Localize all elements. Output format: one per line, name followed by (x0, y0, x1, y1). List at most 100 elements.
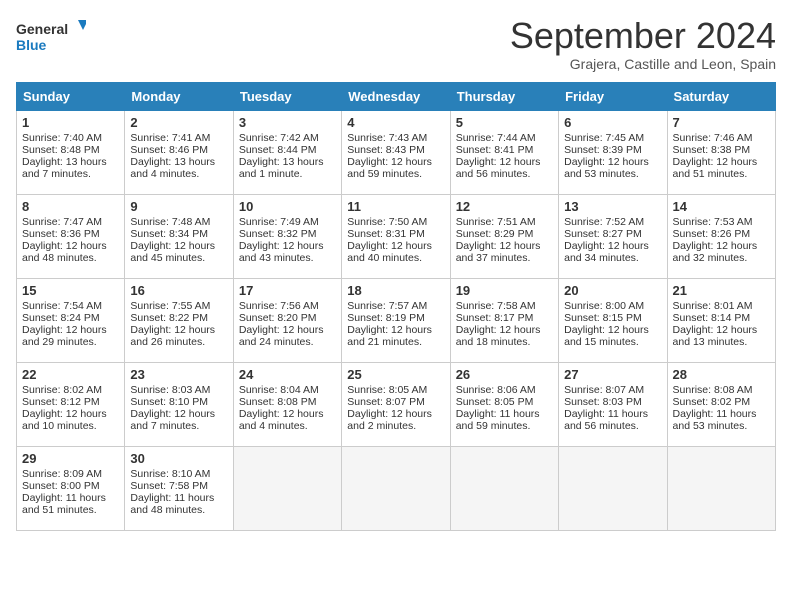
sunset-label: Sunset: 8:32 PM (239, 228, 317, 240)
calendar-day-cell (667, 446, 775, 530)
daylight-label: Daylight: 12 hours and 13 minutes. (673, 324, 758, 348)
calendar-day-cell: 5 Sunrise: 7:44 AM Sunset: 8:41 PM Dayli… (450, 110, 558, 194)
daylight-label: Daylight: 12 hours and 24 minutes. (239, 324, 324, 348)
daylight-label: Daylight: 12 hours and 45 minutes. (130, 240, 215, 264)
calendar-table: Sunday Monday Tuesday Wednesday Thursday… (16, 82, 776, 531)
sunset-label: Sunset: 7:58 PM (130, 480, 208, 492)
calendar-day-cell: 1 Sunrise: 7:40 AM Sunset: 8:48 PM Dayli… (17, 110, 125, 194)
sunset-label: Sunset: 8:07 PM (347, 396, 425, 408)
day-number: 19 (456, 283, 553, 298)
sunset-label: Sunset: 8:20 PM (239, 312, 317, 324)
sunrise-label: Sunrise: 8:05 AM (347, 384, 427, 396)
day-number: 22 (22, 367, 119, 382)
day-number: 23 (130, 367, 227, 382)
header-friday: Friday (559, 82, 667, 110)
sunset-label: Sunset: 8:46 PM (130, 144, 208, 156)
sunrise-label: Sunrise: 8:03 AM (130, 384, 210, 396)
sunset-label: Sunset: 8:29 PM (456, 228, 534, 240)
daylight-label: Daylight: 11 hours and 59 minutes. (456, 408, 540, 432)
header-monday: Monday (125, 82, 233, 110)
calendar-day-cell: 27 Sunrise: 8:07 AM Sunset: 8:03 PM Dayl… (559, 362, 667, 446)
day-number: 14 (673, 199, 770, 214)
sunrise-label: Sunrise: 7:47 AM (22, 216, 102, 228)
calendar-day-cell: 10 Sunrise: 7:49 AM Sunset: 8:32 PM Dayl… (233, 194, 341, 278)
day-number: 21 (673, 283, 770, 298)
calendar-day-cell: 8 Sunrise: 7:47 AM Sunset: 8:36 PM Dayli… (17, 194, 125, 278)
sunrise-label: Sunrise: 8:09 AM (22, 468, 102, 480)
daylight-label: Daylight: 11 hours and 51 minutes. (22, 492, 106, 516)
calendar-header-row: Sunday Monday Tuesday Wednesday Thursday… (17, 82, 776, 110)
calendar-day-cell: 20 Sunrise: 8:00 AM Sunset: 8:15 PM Dayl… (559, 278, 667, 362)
sunrise-label: Sunrise: 7:40 AM (22, 132, 102, 144)
calendar-day-cell: 28 Sunrise: 8:08 AM Sunset: 8:02 PM Dayl… (667, 362, 775, 446)
month-title: September 2024 (510, 16, 776, 56)
sunset-label: Sunset: 8:14 PM (673, 312, 751, 324)
daylight-label: Daylight: 12 hours and 43 minutes. (239, 240, 324, 264)
calendar-day-cell: 21 Sunrise: 8:01 AM Sunset: 8:14 PM Dayl… (667, 278, 775, 362)
day-number: 25 (347, 367, 444, 382)
sunrise-label: Sunrise: 7:43 AM (347, 132, 427, 144)
daylight-label: Daylight: 11 hours and 48 minutes. (130, 492, 214, 516)
sunset-label: Sunset: 8:26 PM (673, 228, 751, 240)
sunrise-label: Sunrise: 7:44 AM (456, 132, 536, 144)
day-number: 27 (564, 367, 661, 382)
sunset-label: Sunset: 8:19 PM (347, 312, 425, 324)
sunset-label: Sunset: 8:10 PM (130, 396, 208, 408)
calendar-day-cell: 4 Sunrise: 7:43 AM Sunset: 8:43 PM Dayli… (342, 110, 450, 194)
daylight-label: Daylight: 12 hours and 18 minutes. (456, 324, 541, 348)
sunset-label: Sunset: 8:39 PM (564, 144, 642, 156)
calendar-week-row: 8 Sunrise: 7:47 AM Sunset: 8:36 PM Dayli… (17, 194, 776, 278)
daylight-label: Daylight: 12 hours and 15 minutes. (564, 324, 649, 348)
sunrise-label: Sunrise: 7:54 AM (22, 300, 102, 312)
daylight-label: Daylight: 12 hours and 21 minutes. (347, 324, 432, 348)
sunrise-label: Sunrise: 7:57 AM (347, 300, 427, 312)
sunset-label: Sunset: 8:31 PM (347, 228, 425, 240)
daylight-label: Daylight: 12 hours and 7 minutes. (130, 408, 215, 432)
sunrise-label: Sunrise: 7:46 AM (673, 132, 753, 144)
calendar-day-cell: 26 Sunrise: 8:06 AM Sunset: 8:05 PM Dayl… (450, 362, 558, 446)
sunset-label: Sunset: 8:12 PM (22, 396, 100, 408)
sunset-label: Sunset: 8:27 PM (564, 228, 642, 240)
sunrise-label: Sunrise: 7:51 AM (456, 216, 536, 228)
day-number: 28 (673, 367, 770, 382)
daylight-label: Daylight: 12 hours and 29 minutes. (22, 324, 107, 348)
calendar-day-cell: 24 Sunrise: 8:04 AM Sunset: 8:08 PM Dayl… (233, 362, 341, 446)
sunrise-label: Sunrise: 8:04 AM (239, 384, 319, 396)
sunrise-label: Sunrise: 7:53 AM (673, 216, 753, 228)
calendar-day-cell: 19 Sunrise: 7:58 AM Sunset: 8:17 PM Dayl… (450, 278, 558, 362)
daylight-label: Daylight: 12 hours and 53 minutes. (564, 156, 649, 180)
day-number: 15 (22, 283, 119, 298)
day-number: 18 (347, 283, 444, 298)
location-subtitle: Grajera, Castille and Leon, Spain (510, 56, 776, 72)
sunset-label: Sunset: 8:00 PM (22, 480, 100, 492)
day-number: 3 (239, 115, 336, 130)
sunrise-label: Sunrise: 8:02 AM (22, 384, 102, 396)
svg-text:General: General (16, 21, 68, 37)
daylight-label: Daylight: 12 hours and 2 minutes. (347, 408, 432, 432)
daylight-label: Daylight: 12 hours and 32 minutes. (673, 240, 758, 264)
sunrise-label: Sunrise: 7:49 AM (239, 216, 319, 228)
header-tuesday: Tuesday (233, 82, 341, 110)
header-saturday: Saturday (667, 82, 775, 110)
sunset-label: Sunset: 8:34 PM (130, 228, 208, 240)
calendar-day-cell: 11 Sunrise: 7:50 AM Sunset: 8:31 PM Dayl… (342, 194, 450, 278)
sunset-label: Sunset: 8:05 PM (456, 396, 534, 408)
calendar-day-cell: 7 Sunrise: 7:46 AM Sunset: 8:38 PM Dayli… (667, 110, 775, 194)
sunrise-label: Sunrise: 7:55 AM (130, 300, 210, 312)
daylight-label: Daylight: 13 hours and 1 minute. (239, 156, 324, 180)
sunrise-label: Sunrise: 7:58 AM (456, 300, 536, 312)
sunset-label: Sunset: 8:17 PM (456, 312, 534, 324)
sunset-label: Sunset: 8:03 PM (564, 396, 642, 408)
daylight-label: Daylight: 12 hours and 34 minutes. (564, 240, 649, 264)
calendar-day-cell: 13 Sunrise: 7:52 AM Sunset: 8:27 PM Dayl… (559, 194, 667, 278)
calendar-week-row: 22 Sunrise: 8:02 AM Sunset: 8:12 PM Dayl… (17, 362, 776, 446)
calendar-week-row: 29 Sunrise: 8:09 AM Sunset: 8:00 PM Dayl… (17, 446, 776, 530)
sunset-label: Sunset: 8:02 PM (673, 396, 751, 408)
sunrise-label: Sunrise: 7:48 AM (130, 216, 210, 228)
day-number: 11 (347, 199, 444, 214)
svg-text:Blue: Blue (16, 37, 47, 53)
sunrise-label: Sunrise: 7:52 AM (564, 216, 644, 228)
sunrise-label: Sunrise: 8:00 AM (564, 300, 644, 312)
day-number: 13 (564, 199, 661, 214)
day-number: 29 (22, 451, 119, 466)
